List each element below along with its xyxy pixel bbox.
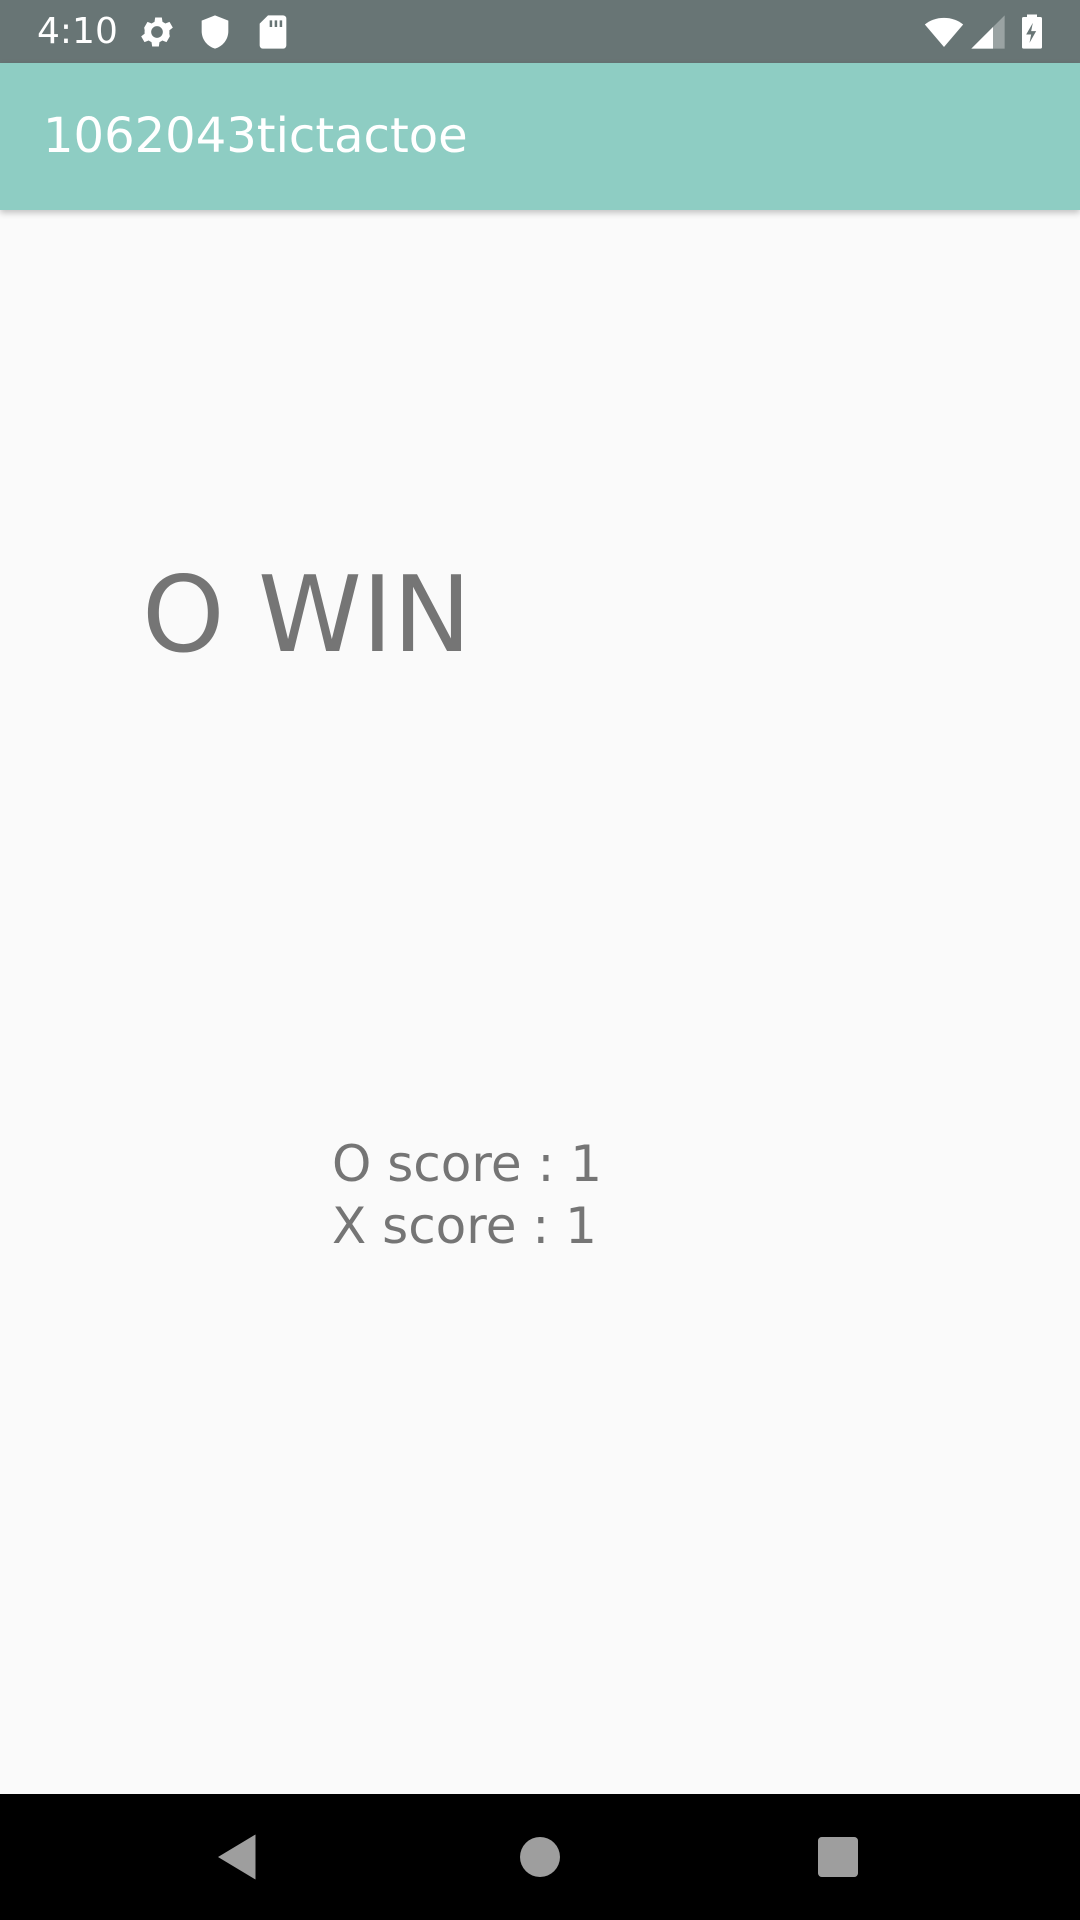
status-bar: 4:10 <box>0 0 1080 63</box>
game-result-text: O WIN <box>142 554 472 676</box>
home-icon[interactable] <box>510 1827 570 1887</box>
battery-charging-icon <box>1012 12 1052 52</box>
gear-icon <box>137 12 177 52</box>
shield-icon <box>195 12 235 52</box>
navigation-bar <box>0 1794 1080 1920</box>
o-score-text: O score : 1 <box>332 1135 603 1193</box>
status-time: 4:10 <box>37 11 118 52</box>
sd-card-icon <box>253 12 293 52</box>
app-title: 1062043tictactoe <box>43 108 468 164</box>
recents-icon[interactable] <box>808 1827 868 1887</box>
score-display: O score : 1 X score : 1 <box>332 1133 602 1257</box>
wifi-icon <box>922 12 966 52</box>
back-icon[interactable] <box>208 1827 268 1887</box>
app-bar: 1062043tictactoe <box>0 63 1080 210</box>
cell-signal-icon <box>968 12 1008 52</box>
x-score-text: X score : 1 <box>332 1197 597 1255</box>
